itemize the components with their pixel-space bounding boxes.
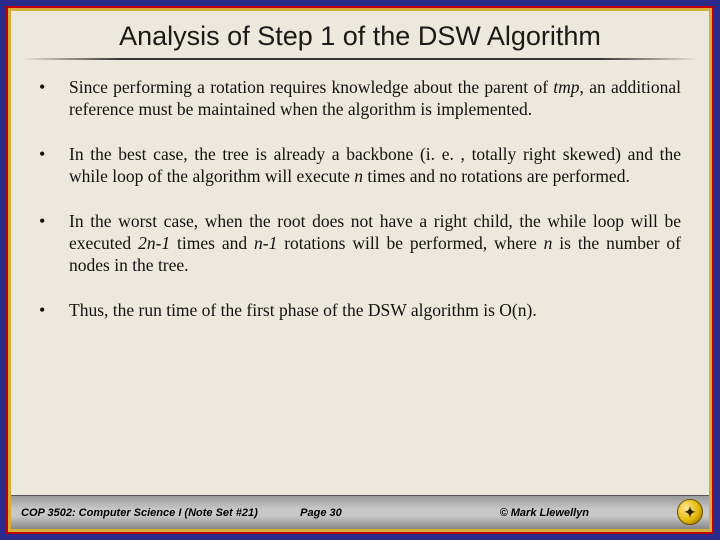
pegasus-seal-icon: ✦ (677, 499, 703, 525)
bullet-item: • In the best case, the tree is already … (39, 143, 681, 188)
bullet-item: • Since performing a rotation requires k… (39, 76, 681, 121)
slide-title: Analysis of Step 1 of the DSW Algorithm (11, 11, 709, 58)
footer-course: COP 3502: Computer Science I (Note Set #… (21, 507, 300, 519)
text-italic: 2n-1 (138, 233, 170, 253)
bullet-item: • Thus, the run time of the first phase … (39, 299, 681, 322)
title-underline (21, 58, 699, 60)
text-run: times and no rotations are performed. (363, 166, 630, 186)
text-italic: n-1 (254, 233, 277, 253)
bullet-mark: • (39, 299, 69, 322)
text-run: Since performing a rotation requires kno… (69, 77, 553, 97)
bullet-mark: • (39, 76, 69, 121)
seal-glyph: ✦ (684, 504, 696, 521)
text-run: rotations will be performed, where (277, 233, 543, 253)
text-run: times and (170, 233, 254, 253)
slide-inner: Analysis of Step 1 of the DSW Algorithm … (11, 11, 709, 529)
bullet-text: Since performing a rotation requires kno… (69, 76, 681, 121)
footer-author: © Mark Llewellyn (480, 507, 699, 519)
footer-bar: COP 3502: Computer Science I (Note Set #… (11, 495, 709, 529)
border-gold: Analysis of Step 1 of the DSW Algorithm … (8, 8, 712, 532)
bullet-text: Thus, the run time of the first phase of… (69, 299, 681, 322)
footer-page: Page 30 (300, 507, 479, 519)
bullet-mark: • (39, 143, 69, 188)
slide-frame: Analysis of Step 1 of the DSW Algorithm … (0, 0, 720, 540)
text-run: Thus, the run time of the first phase of… (69, 300, 537, 320)
bullet-text: In the best case, the tree is already a … (69, 143, 681, 188)
content-area: • Since performing a rotation requires k… (11, 68, 709, 495)
bullet-mark: • (39, 210, 69, 277)
bullet-text: In the worst case, when the root does no… (69, 210, 681, 277)
border-red: Analysis of Step 1 of the DSW Algorithm … (6, 6, 714, 534)
text-italic: n (354, 166, 363, 186)
bullet-item: • In the worst case, when the root does … (39, 210, 681, 277)
text-italic: tmp (553, 77, 579, 97)
